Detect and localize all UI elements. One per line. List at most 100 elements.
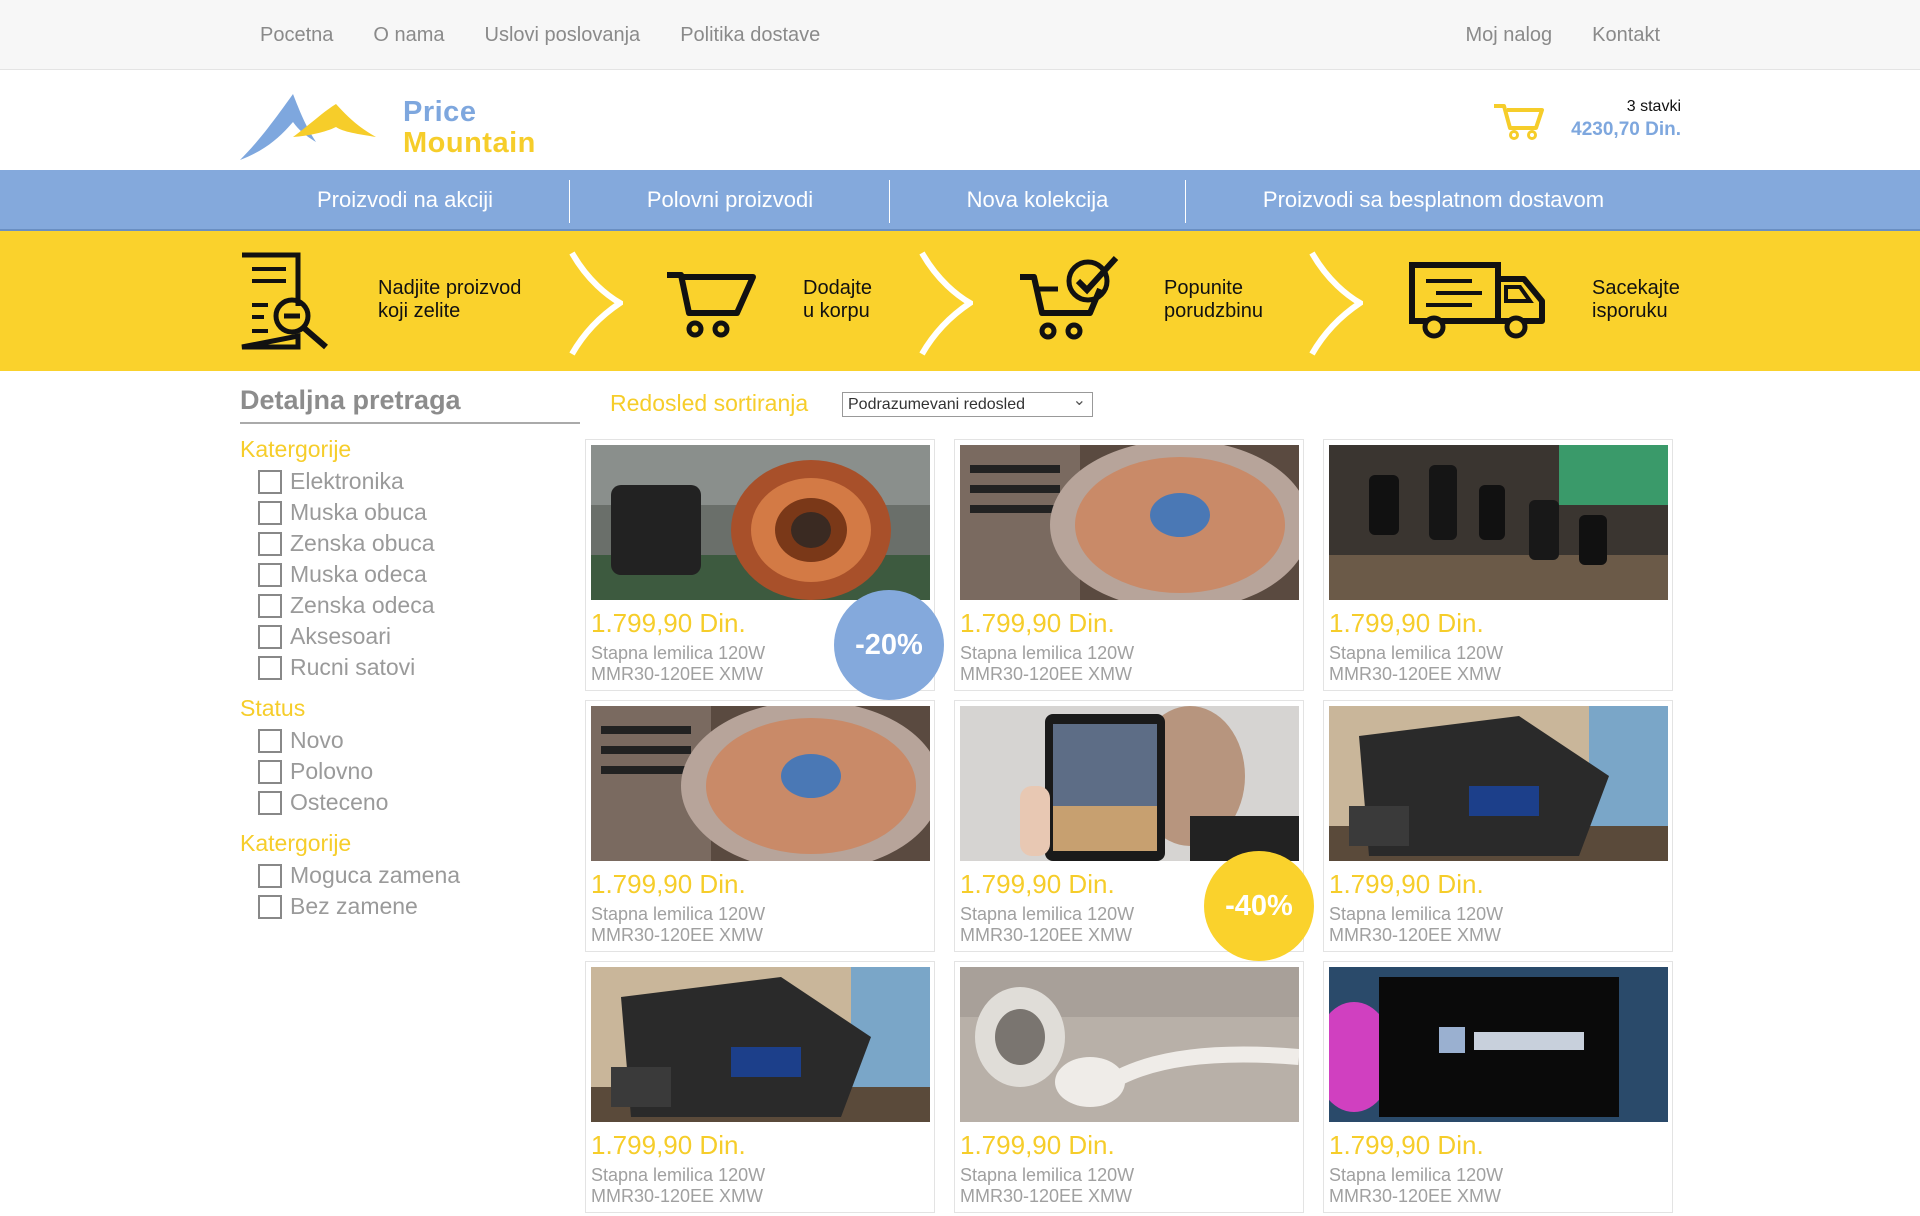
led-tv-image <box>1329 967 1668 1122</box>
product-image[interactable] <box>1329 967 1668 1122</box>
contact-link[interactable]: Kontakt <box>1592 24 1660 47</box>
filter-option[interactable]: Novo <box>258 725 580 756</box>
checkbox[interactable] <box>258 562 282 587</box>
checkbox[interactable] <box>258 500 282 525</box>
step-cart-line1: Dodajte <box>803 277 872 299</box>
product-image[interactable] <box>960 445 1299 600</box>
product-name: Stapna lemilica 120W <box>960 1165 1135 1185</box>
filter-option-label: Muska obuca <box>290 499 427 525</box>
top-nav-uslovi-link[interactable]: Uslovi poslovanja <box>485 24 641 47</box>
product-name: Stapna lemilica 120W <box>960 643 1135 663</box>
filter-option-label: Elektronika <box>290 468 404 494</box>
filter-option[interactable]: Zenska odeca <box>258 590 580 621</box>
product-image[interactable] <box>591 706 930 861</box>
checkbox[interactable] <box>258 790 282 815</box>
filter-option[interactable]: Aksesoari <box>258 621 580 652</box>
filter-option[interactable]: Bez zamene <box>258 891 580 922</box>
checkbox[interactable] <box>258 593 282 618</box>
product-price: 1.799,90 Din. <box>1329 1130 1484 1160</box>
chevron-right-icon <box>919 251 973 356</box>
product-image[interactable] <box>960 967 1299 1122</box>
product-model: MMR30-120EE XMW <box>591 1186 764 1206</box>
step-find-line1: Nadjite proizvod <box>378 277 522 299</box>
top-nav-o-nama-link[interactable]: O nama <box>373 24 444 47</box>
nav-nova-kolekcija[interactable]: Nova kolekcija <box>890 170 1185 229</box>
product-model: MMR30-120EE XMW <box>1329 925 1502 945</box>
step-order-line1: Popunite <box>1164 277 1243 299</box>
filter-option[interactable]: Zenska obuca <box>258 528 580 559</box>
filter-option-label: Moguca zamena <box>290 862 461 888</box>
product-name: Stapna lemilica 120W <box>591 1165 766 1185</box>
filter-option-label: Muska odeca <box>290 561 427 587</box>
step-order-text: Popunite porudzbinu <box>1164 277 1263 323</box>
copper-coil-image <box>591 445 930 600</box>
product-name: Stapna lemilica 120W <box>1329 1165 1504 1185</box>
step-find-line2: koji zelite <box>378 300 461 322</box>
filter-group-title: Status <box>240 695 306 721</box>
product-card[interactable]: 1.799,90 Din. Stapna lemilica 120W MMR30… <box>585 700 935 952</box>
product-model: MMR30-120EE XMW <box>960 1186 1133 1206</box>
logo[interactable]: Price Mountain <box>238 82 578 162</box>
product-image[interactable] <box>591 445 930 600</box>
my-account-link[interactable]: Moj nalog <box>1465 24 1552 47</box>
product-image[interactable] <box>1329 445 1668 600</box>
site-header: Price Mountain 3 stavki 4230,70 Din. <box>0 70 1920 170</box>
nav-polovni-proizvodi[interactable]: Polovni proizvodi <box>570 170 890 229</box>
earbuds-image <box>960 967 1299 1122</box>
product-price: 1.799,90 Din. <box>960 869 1115 899</box>
product-image[interactable] <box>1329 706 1668 861</box>
product-price: 1.799,90 Din. <box>960 1130 1115 1160</box>
checkbox[interactable] <box>258 655 282 680</box>
filter-option[interactable]: Muska obuca <box>258 497 580 528</box>
product-card[interactable]: 1.799,90 Din. Stapna lemilica 120W MMR30… <box>1323 700 1673 952</box>
product-model: MMR30-120EE XMW <box>960 664 1133 684</box>
product-model: MMR30-120EE XMW <box>1329 664 1502 684</box>
logo-text-mountain: Mountain <box>403 127 536 159</box>
product-model: MMR30-120EE XMW <box>1329 1186 1502 1206</box>
product-model: MMR30-120EE XMW <box>591 925 764 945</box>
filter-option-label: Zenska odeca <box>290 592 435 618</box>
checkbox[interactable] <box>258 863 282 888</box>
checkbox[interactable] <box>258 624 282 649</box>
product-card[interactable]: 1.799,90 Din. Stapna lemilica 120W MMR30… <box>954 961 1304 1213</box>
top-nav-politika-link[interactable]: Politika dostave <box>680 24 820 47</box>
filter-option[interactable]: Polovno <box>258 756 580 787</box>
top-nav-pocetna-link[interactable]: Pocetna <box>260 24 333 47</box>
product-image[interactable] <box>960 706 1299 861</box>
checkbox[interactable] <box>258 759 282 784</box>
product-card[interactable]: 1.799,90 Din. Stapna lemilica 120W MMR30… <box>954 439 1304 691</box>
sort-label: Redosled sortiranja <box>610 390 809 416</box>
checkbox[interactable] <box>258 469 282 494</box>
filter-option-label: Novo <box>290 727 344 753</box>
sort-select[interactable]: Podrazumevani redosled <box>842 389 1093 417</box>
logo-text-price: Price <box>403 96 477 128</box>
filter-option[interactable]: Moguca zamena <box>258 860 580 891</box>
filter-option[interactable]: Rucni satovi <box>258 652 580 683</box>
checkbox[interactable] <box>258 894 282 919</box>
product-card[interactable]: 1.799,90 Din. Stapna lemilica 120W MMR30… <box>1323 961 1673 1213</box>
checkbox[interactable] <box>258 531 282 556</box>
delivery-truck-icon <box>1409 262 1545 339</box>
filter-option-label: Osteceno <box>290 789 389 815</box>
nav-proizvodi-na-akciji[interactable]: Proizvodi na akciji <box>260 170 550 229</box>
filter-option[interactable]: Muska odeca <box>258 559 580 590</box>
product-name: Stapna lemilica 120W <box>1329 904 1504 924</box>
product-card[interactable]: 1.799,90 Din. Stapna lemilica 120W MMR30… <box>1323 439 1673 691</box>
cart-check-icon <box>1020 255 1119 340</box>
step-find-text: Nadjite proizvod koji zelite <box>378 277 521 323</box>
product-name: Stapna lemilica 120W <box>591 904 766 924</box>
document-search-icon <box>241 252 328 350</box>
step-delivery-line1: Sacekajte <box>1592 277 1680 299</box>
product-image[interactable] <box>591 967 930 1122</box>
tablet-image <box>960 706 1299 861</box>
product-model: MMR30-120EE XMW <box>591 664 764 684</box>
product-card[interactable]: 1.799,90 Din. Stapna lemilica 120W MMR30… <box>585 961 935 1213</box>
header-cart[interactable]: 3 stavki 4230,70 Din. <box>1494 98 1681 141</box>
dj-turntable-image <box>960 445 1299 600</box>
shopping-cart-icon <box>1494 104 1544 140</box>
checkbox[interactable] <box>258 728 282 753</box>
filter-option[interactable]: Elektronika <box>258 466 580 497</box>
nav-besplatna-dostava[interactable]: Proizvodi sa besplatnom dostavom <box>1186 170 1681 229</box>
top-nav: Pocetna O nama Uslovi poslovanja Politik… <box>0 0 1920 70</box>
filter-option[interactable]: Osteceno <box>258 787 580 818</box>
